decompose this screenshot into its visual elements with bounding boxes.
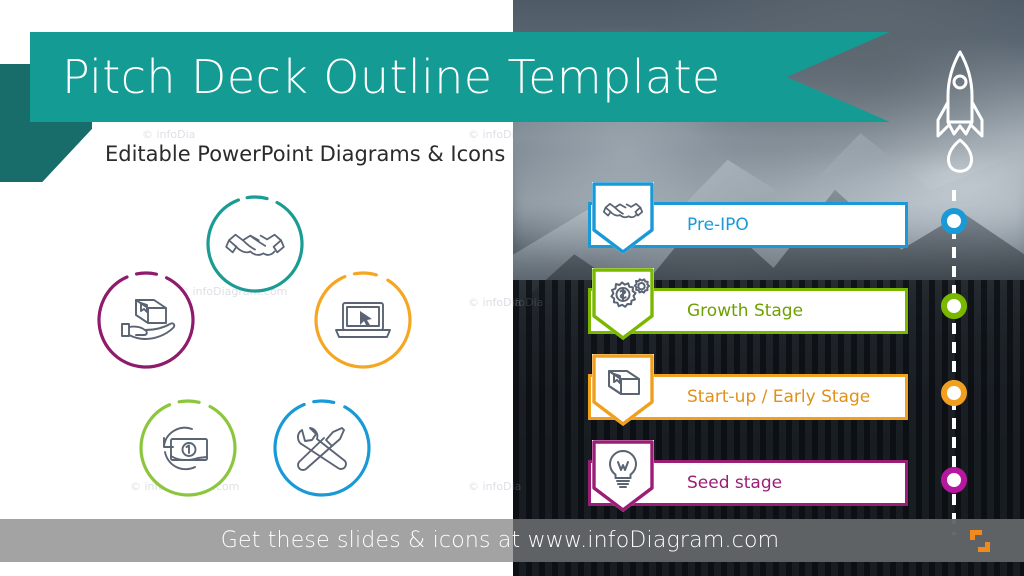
stage-item-growth[interactable]: Growth Stage bbox=[578, 268, 908, 340]
timeline-dot-seed[interactable] bbox=[941, 467, 967, 493]
stage-item-pre-ipo[interactable]: Pre-IPO bbox=[578, 182, 908, 254]
stage-label: Pre-IPO bbox=[687, 215, 749, 235]
timeline-dot-pre-ipo[interactable] bbox=[941, 208, 967, 234]
cycle-node-package bbox=[97, 271, 195, 369]
growth-timeline bbox=[926, 40, 984, 535]
five-step-cycle-diagram bbox=[90, 190, 420, 520]
slide-canvas: © infoDia © infoDia © infoDiagram.com © … bbox=[0, 0, 1024, 576]
stage-label: Growth Stage bbox=[687, 301, 804, 321]
stage-item-seed[interactable]: Seed stage bbox=[578, 440, 908, 512]
footer-text: Get these slides & icons at www.infoDiag… bbox=[220, 528, 780, 553]
cycle-node-laptop bbox=[314, 271, 412, 369]
page-subtitle: Editable PowerPoint Diagrams & Icons bbox=[105, 142, 506, 166]
infodiagram-logo[interactable] bbox=[966, 527, 994, 555]
stage-item-startup[interactable]: Start-up / Early Stage bbox=[578, 354, 908, 426]
title-ribbon: Pitch Deck Outline Template bbox=[30, 32, 890, 122]
stage-label: Seed stage bbox=[687, 473, 783, 493]
rocket-icon bbox=[936, 50, 984, 173]
cycle-node-handshake bbox=[206, 195, 304, 293]
timeline-dot-growth[interactable] bbox=[941, 293, 967, 319]
stage-label: Start-up / Early Stage bbox=[687, 387, 871, 407]
funding-stage-list: Pre-IPO Growth Stage Start-up / Early St… bbox=[578, 182, 908, 540]
timeline-dot-startup[interactable] bbox=[941, 380, 967, 406]
page-title: Pitch Deck Outline Template bbox=[62, 50, 721, 104]
